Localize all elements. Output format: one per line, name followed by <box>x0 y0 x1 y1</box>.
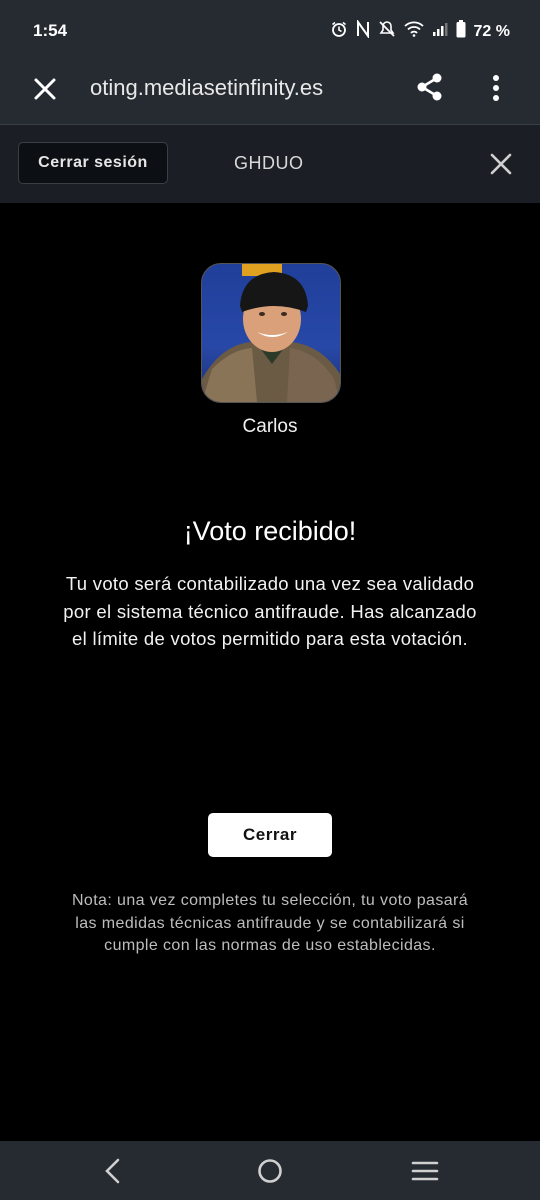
nfc-icon <box>356 18 370 43</box>
home-icon[interactable] <box>256 1157 284 1185</box>
close-icon[interactable] <box>30 74 60 104</box>
system-nav-bar <box>0 1141 540 1200</box>
status-icons: 72 % <box>330 18 510 43</box>
program-name: GHDUO <box>234 153 304 173</box>
alarm-icon <box>330 20 348 43</box>
status-bar: 1:54 72 % <box>0 0 540 60</box>
battery-icon <box>456 20 466 43</box>
recent-apps-icon[interactable] <box>411 1159 439 1183</box>
candidate-avatar <box>201 263 341 403</box>
more-vert-icon[interactable] <box>484 72 508 104</box>
signal-icon <box>432 21 448 42</box>
note-text: Nota: una vez completes tu selección, tu… <box>71 892 469 954</box>
share-icon[interactable] <box>414 71 446 103</box>
confirmation-message: Tu voto será contabilizado una vez sea v… <box>63 573 477 649</box>
browser-toolbar: oting.mediasetinfinity.es <box>0 60 540 125</box>
candidate-name: Carlos <box>242 416 298 437</box>
confirmation-title: ¡Voto recibido! <box>183 516 357 546</box>
mute-icon <box>378 20 396 43</box>
status-time: 1:54 <box>33 21 68 40</box>
url-text[interactable]: oting.mediasetinfinity.es <box>90 75 350 101</box>
close-button[interactable]: Cerrar <box>208 813 332 857</box>
logout-button[interactable]: Cerrar sesión <box>18 142 168 184</box>
site-header: Cerrar sesión GHDUO <box>0 125 540 203</box>
battery-percent: 72 % <box>473 22 510 40</box>
wifi-icon <box>403 21 424 42</box>
back-icon[interactable] <box>100 1157 126 1185</box>
close-icon[interactable] <box>488 151 514 177</box>
